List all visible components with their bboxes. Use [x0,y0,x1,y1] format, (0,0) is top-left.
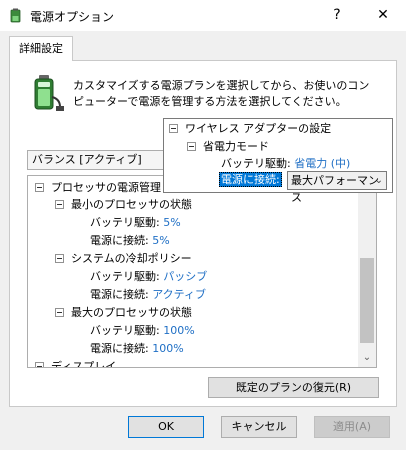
battery-plug-icon [30,73,66,113]
restore-defaults-button[interactable]: 既定のプランの復元(R) [208,377,379,398]
wifi-battery-value[interactable]: 省電力 (中) [294,157,350,170]
collapse-icon[interactable] [55,253,64,263]
window-title: 電源オプション [30,10,115,24]
min-ac-setting[interactable]: 電源に接続: 5% [90,233,170,249]
tree-item-cooling[interactable]: システムの冷却ポリシー [55,251,192,267]
cool-battery-setting[interactable]: バッテリ駆動: パッシブ [90,269,207,285]
cool-ac-value[interactable]: アクティブ [152,288,206,301]
scroll-down-icon[interactable]: ⌄ [358,349,376,367]
tree-item-wireless[interactable]: ワイヤレス アダプターの設定 [169,121,331,137]
wifi-ac-select[interactable]: 最大パフォーマンス ⌄ [287,171,387,204]
settings-tree[interactable]: プロセッサの電源管理 最小のプロセッサの状態 バッテリ駆動: 5% 電源に接続:… [27,175,377,368]
min-ac-value[interactable]: 5% [152,234,169,247]
min-battery-value[interactable]: 5% [163,216,180,229]
cancel-button[interactable]: キャンセル [221,416,297,438]
chevron-down-icon[interactable]: ⌄ [375,172,383,189]
wifi-battery-setting[interactable]: バッテリ駆動: 省電力 (中) [221,156,350,172]
description-text: カスタマイズする電源プランを選択してから、お使いのコンピューターで電源を管理する… [73,79,370,108]
power-options-icon [8,8,24,24]
cool-battery-value[interactable]: パッシブ [163,270,207,283]
collapse-icon[interactable] [187,141,196,151]
tree-item-min-state[interactable]: 最小のプロセッサの状態 [55,197,192,213]
tree-item-processor[interactable]: プロセッサの電源管理 [35,180,161,196]
wifi-ac-setting[interactable]: 電源に接続: [219,172,282,188]
close-button[interactable]: ✕ [360,0,406,31]
help-button[interactable]: ? [314,0,360,31]
scrollbar-thumb[interactable] [360,258,374,343]
collapse-icon[interactable] [35,182,44,192]
tab-advanced-settings[interactable]: 詳細設定 [9,36,73,61]
apply-button[interactable]: 適用(A) [314,416,390,438]
min-battery-setting[interactable]: バッテリ駆動: 5% [90,215,181,231]
wireless-settings-popup: ワイヤレス アダプターの設定 省電力モード バッテリ駆動: 省電力 (中) 電源… [163,118,393,204]
ok-button[interactable]: OK [128,416,204,438]
tree-item-max-state[interactable]: 最大のプロセッサの状態 [55,305,192,321]
max-ac-value[interactable]: 100% [152,342,183,355]
max-battery-value[interactable]: 100% [163,324,194,337]
collapse-icon[interactable] [55,307,64,317]
collapse-icon[interactable] [169,123,178,133]
max-battery-setting[interactable]: バッテリ駆動: 100% [90,323,195,339]
cool-ac-setting[interactable]: 電源に接続: アクティブ [90,287,206,303]
collapse-icon[interactable] [55,199,64,209]
tree-item-display[interactable]: ディスプレイ [35,359,116,367]
tree-item-power-mode[interactable]: 省電力モード [187,139,269,155]
wifi-ac-label: 電源に接続: [219,172,282,187]
max-ac-setting[interactable]: 電源に接続: 100% [90,341,184,357]
expand-icon[interactable] [35,361,44,367]
